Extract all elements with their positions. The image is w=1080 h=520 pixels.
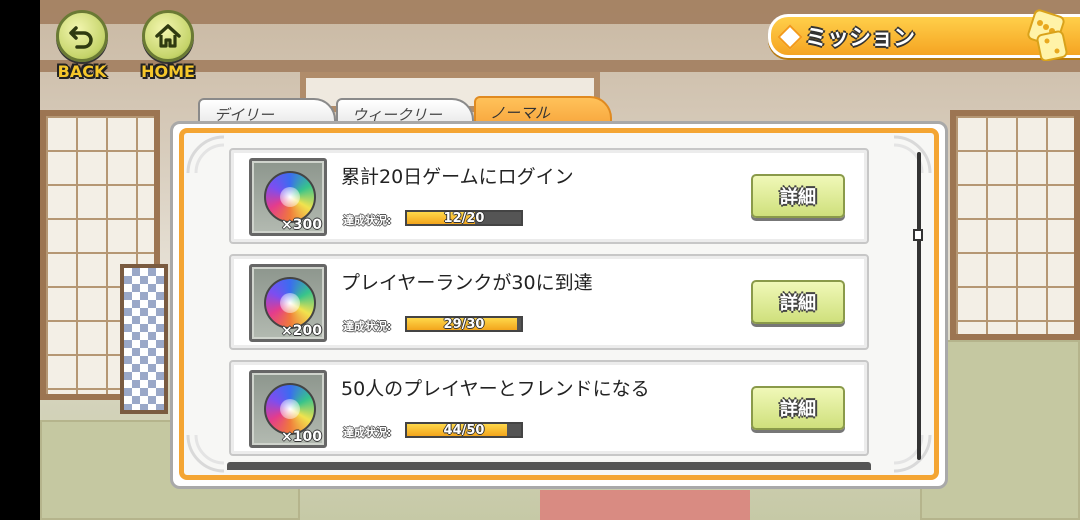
back-arrow-icon <box>56 10 108 62</box>
checkered-curtain <box>120 264 168 414</box>
screen-title-bar: ミッション <box>768 9 1080 61</box>
diamond-icon <box>777 24 803 50</box>
mission-row: ×100 50人のプレイヤーとフレンドになる 達成状況: 44/50 詳細 <box>229 360 869 456</box>
progress-text: 44/50 <box>443 423 485 438</box>
reward-thumbnail: ×200 <box>249 264 327 342</box>
next-mission-row-partial <box>227 462 871 470</box>
corner-ornament-icon <box>186 135 225 174</box>
detail-button[interactable]: 詳細 <box>751 280 845 324</box>
corner-ornament-icon <box>893 434 932 473</box>
progress-label: 達成状況: <box>343 320 392 333</box>
progress-bar: 12/20 <box>405 210 523 226</box>
rainbow-gem-icon <box>264 277 316 329</box>
rainbow-gem-icon <box>264 171 316 223</box>
page-title: ミッション <box>805 26 916 51</box>
corner-ornament-icon <box>893 135 932 174</box>
progress-bar: 29/30 <box>405 316 523 332</box>
back-label: BACK <box>57 62 107 81</box>
home-icon <box>142 10 194 62</box>
detail-button[interactable]: 詳細 <box>751 386 845 430</box>
reward-thumbnail: ×300 <box>249 158 327 236</box>
progress-text: 12/20 <box>443 211 485 226</box>
progress-label: 達成状況: <box>343 214 392 227</box>
mission-row: ×200 プレイヤーランクが30に到達 達成状況: 29/30 詳細 <box>229 254 869 350</box>
rainbow-gem-icon <box>264 383 316 435</box>
home-label: HOME <box>141 62 195 81</box>
mission-row: ×300 累計20日ゲームにログイン 達成状況: 12/20 詳細 <box>229 148 869 244</box>
back-button[interactable]: BACK <box>50 10 114 81</box>
scrollbar-track[interactable] <box>917 152 921 460</box>
scrollbar-thumb[interactable] <box>913 229 923 241</box>
mission-title: 累計20日ゲームにログイン <box>341 166 574 188</box>
reward-quantity: ×300 <box>281 217 322 233</box>
red-mat <box>540 490 750 520</box>
reward-quantity: ×200 <box>281 323 322 339</box>
tab-normal-label: ノーマル <box>490 104 551 122</box>
mission-title: プレイヤーランクが30に到達 <box>341 272 593 294</box>
progress-bar: 44/50 <box>405 422 523 438</box>
mission-title: 50人のプレイヤーとフレンドになる <box>341 378 650 400</box>
home-button[interactable]: HOME <box>136 10 200 81</box>
reward-quantity: ×100 <box>281 429 322 445</box>
progress-label: 達成状況: <box>343 426 392 439</box>
corner-ornament-icon <box>186 434 225 473</box>
progress-text: 29/30 <box>443 317 485 332</box>
detail-button[interactable]: 詳細 <box>751 174 845 218</box>
shoji-screen <box>950 110 1080 340</box>
dice-icon <box>1027 9 1068 61</box>
reward-thumbnail: ×100 <box>249 370 327 448</box>
